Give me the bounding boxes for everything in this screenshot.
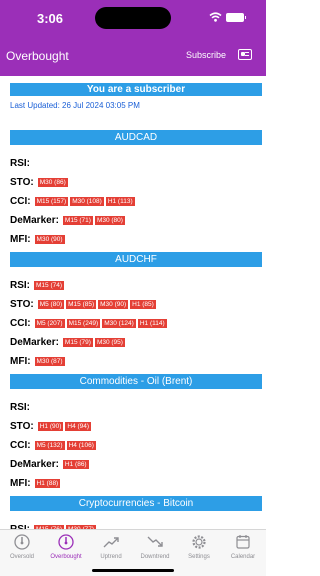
tab-label: Settings: [188, 554, 210, 560]
indicator-label: CCI:: [10, 318, 31, 329]
gear-icon: [192, 535, 206, 549]
last-updated: Last Updated: 26 Jul 2024 03:05 PM: [10, 101, 140, 110]
timeframe-tag: M30 (95): [94, 338, 125, 347]
page-title: Overbought: [6, 49, 69, 63]
indicator-label: DeMarker:: [10, 337, 59, 348]
status-bar: 3:06: [0, 0, 266, 36]
dynamic-island: [95, 7, 171, 29]
indicator-row: STO: H1 (90) H4 (94): [10, 421, 92, 432]
timeframe-tag: M5 (207): [34, 319, 65, 328]
indicator-row: RSI: M15 (74): [10, 280, 65, 291]
timeframe-tag: H4 (106): [66, 441, 96, 450]
indicator-label: RSI:: [10, 280, 30, 291]
section-header: Commodities - Oil (Brent): [10, 374, 262, 389]
tab-settings[interactable]: Settings: [177, 533, 221, 560]
tab-label: Oversold: [9, 554, 34, 560]
tab-label: Calendar: [230, 554, 256, 560]
timeframe-tag: H1 (88): [34, 479, 61, 488]
timeframe-tag: M5 (132): [34, 441, 65, 450]
timeframe-tag: H1 (90): [37, 422, 64, 431]
timeframe-tag: M30 (108): [70, 197, 104, 206]
indicator-row: CCI: M5 (207) M15 (249) M30 (124) H1 (114): [10, 318, 167, 329]
indicator-label: CCI:: [10, 440, 31, 451]
indicator-label: CCI:: [10, 196, 31, 207]
wifi-icon: [209, 12, 222, 22]
trend-up-icon: [103, 537, 119, 548]
trend-down-icon: [147, 536, 163, 547]
timeframe-tag: M30 (80): [94, 216, 125, 225]
indicator-row: STO: M30 (86): [10, 177, 68, 188]
timeframe-tag: H1 (113): [105, 197, 135, 206]
timeframe-tag: M30 (86): [37, 178, 68, 187]
battery-icon: [226, 12, 246, 22]
tab-oversold[interactable]: Oversold: [0, 533, 44, 560]
gauge-icon: [14, 534, 30, 550]
indicator-row: DeMarker: H1 (86): [10, 459, 89, 470]
timeframe-tag: H1 (86): [62, 460, 89, 469]
calendar-icon: [236, 535, 250, 549]
section-header: AUDCAD: [10, 130, 262, 145]
section-header: AUDCHF: [10, 252, 262, 267]
indicator-row: DeMarker: M15 (79) M30 (95): [10, 337, 125, 348]
indicator-label: STO:: [10, 421, 34, 432]
indicator-list[interactable]: You are a subscriber Last Updated: 26 Ju…: [0, 76, 266, 530]
id-card-icon[interactable]: [238, 49, 252, 60]
tab-uptrend[interactable]: Uptrend: [89, 533, 133, 560]
indicator-label: MFI:: [10, 234, 31, 245]
indicator-row: CCI: M15 (157) M30 (108) H1 (113): [10, 196, 135, 207]
timeframe-tag: H4 (94): [65, 422, 92, 431]
section-header: Cryptocurrencies - Bitcoin: [10, 496, 262, 511]
tab-calendar[interactable]: Calendar: [221, 533, 265, 560]
timeframe-tag: M30 (90): [98, 300, 129, 309]
timeframe-tag: M30 (124): [102, 319, 136, 328]
indicator-row: MFI: M30 (87): [10, 356, 65, 367]
timeframe-tag: M15 (74): [34, 281, 65, 290]
subscribe-button[interactable]: Subscribe: [186, 50, 226, 60]
tab-label: Overbought: [50, 554, 82, 560]
home-indicator: [92, 569, 174, 572]
timeframe-tag: H1 (85): [130, 300, 156, 309]
indicator-label: STO:: [10, 177, 34, 188]
tab-overbought[interactable]: Overbought: [44, 533, 88, 560]
indicator-row: STO: M5 (80) M15 (85) M30 (90) H1 (85): [10, 299, 156, 310]
indicator-label: MFI:: [10, 356, 31, 367]
tab-label: Downtrend: [140, 554, 170, 560]
indicator-row: CCI: M5 (132) H4 (106): [10, 440, 96, 451]
indicator-label: RSI:: [10, 402, 30, 413]
indicator-label: MFI:: [10, 478, 31, 489]
indicator-row: DeMarker: M15 (71) M30 (80): [10, 215, 125, 226]
header: 3:06 Overbought Subscribe: [0, 0, 266, 76]
timeframe-tag: M15 (71): [62, 216, 93, 225]
timeframe-tag: H1 (114): [137, 319, 167, 328]
indicator-label: RSI:: [10, 158, 30, 169]
indicator-label: DeMarker:: [10, 215, 59, 226]
indicator-row: MFI: M30 (90): [10, 234, 65, 245]
timeframe-tag: M15 (157): [34, 197, 69, 206]
indicator-label: DeMarker:: [10, 459, 59, 470]
status-icons: [209, 12, 246, 22]
indicator-row: MFI: H1 (88): [10, 478, 61, 489]
tab-label: Uptrend: [100, 554, 122, 560]
tab-bar: Oversold Overbought Uptrend Downtrend Settin…: [0, 529, 266, 576]
status-time: 3:06: [37, 11, 64, 26]
timeframe-tag: M15 (85): [66, 300, 97, 309]
timeframe-tag: M15 (79): [62, 338, 93, 347]
subscriber-banner: You are a subscriber: [10, 83, 262, 96]
timeframe-tag: M15 (249): [66, 319, 101, 328]
gauge-icon: [58, 534, 74, 550]
timeframe-tag: M5 (80): [37, 300, 65, 309]
indicator-row: RSI:: [10, 158, 32, 169]
timeframe-tag: M30 (87): [34, 357, 65, 366]
tab-downtrend[interactable]: Downtrend: [133, 533, 177, 560]
indicator-row: RSI:: [10, 402, 32, 413]
timeframe-tag: M30 (90): [34, 235, 65, 244]
nav-bar: Overbought Subscribe: [0, 36, 266, 76]
indicator-label: STO:: [10, 299, 34, 310]
